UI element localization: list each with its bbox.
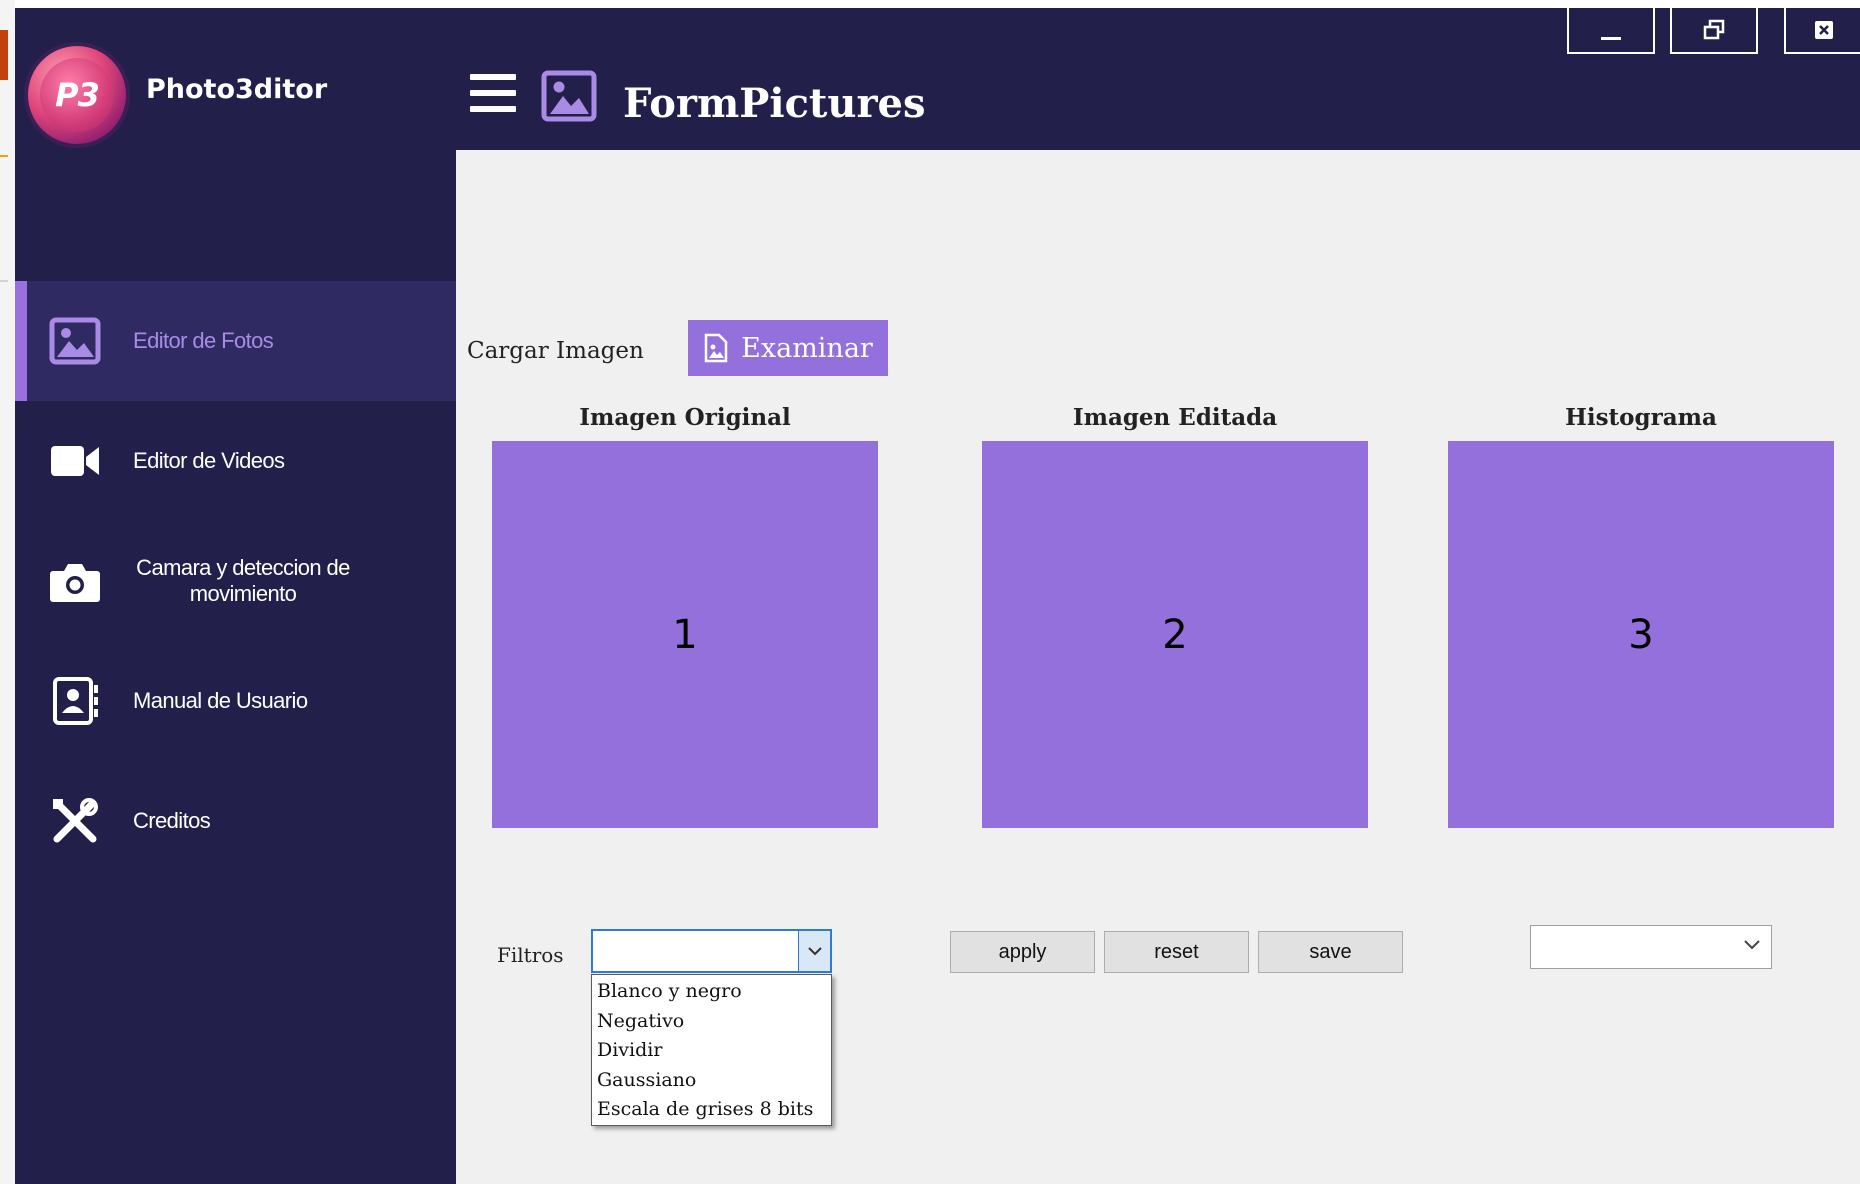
load-image-label: Cargar Imagen	[467, 338, 644, 364]
background-window-strip	[0, 0, 15, 1184]
sidebar-item-label: Creditos	[133, 808, 211, 833]
edited-image-panel: 2	[982, 441, 1368, 828]
panel-number: 1	[672, 611, 698, 658]
minimize-button[interactable]	[1567, 8, 1655, 54]
sidebar-item-editor-videos[interactable]: Editor de Videos	[15, 401, 456, 521]
contact-book-icon	[53, 677, 98, 725]
panel-number: 2	[1162, 611, 1188, 658]
camera-icon	[50, 564, 100, 602]
hamburger-menu-icon[interactable]	[470, 74, 516, 114]
app-logo-text: P3	[40, 58, 114, 132]
filter-option[interactable]: Gaussiano	[597, 1066, 831, 1096]
original-image-title: Imagen Original	[579, 404, 791, 431]
filters-dropdown-list: Blanco y negro Negativo Dividir Gaussian…	[591, 974, 832, 1126]
histogram-select[interactable]	[1530, 925, 1772, 969]
app-window: P3 Photo3ditor Editor de Fotos Editor de…	[15, 8, 1860, 1184]
original-image-panel: 1	[492, 441, 878, 828]
sidebar-item-label: Camara y deteccion de movimiento	[136, 555, 350, 606]
app-logo: P3	[28, 46, 126, 144]
browse-button-label: Examinar	[741, 332, 873, 364]
filter-option[interactable]: Negativo	[597, 1007, 831, 1037]
panel-number: 3	[1628, 611, 1654, 658]
save-button[interactable]: save	[1258, 931, 1403, 973]
video-camera-icon	[51, 446, 99, 476]
form-title: FormPictures	[623, 80, 926, 127]
filter-option[interactable]: Dividir	[597, 1036, 831, 1066]
sidebar-item-editor-fotos[interactable]: Editor de Fotos	[15, 281, 456, 401]
restore-button[interactable]	[1670, 8, 1758, 54]
filters-label: Filtros	[497, 943, 564, 967]
image-icon	[49, 317, 101, 365]
sidebar-item-creditos[interactable]: Creditos	[15, 761, 456, 881]
sidebar: P3 Photo3ditor Editor de Fotos Editor de…	[15, 8, 456, 1184]
histogram-title: Histograma	[1565, 404, 1717, 431]
header-bar: FormPictures	[456, 8, 1860, 150]
chevron-down-icon[interactable]	[798, 931, 830, 971]
minimize-icon	[1601, 37, 1621, 40]
reset-button[interactable]: reset	[1104, 931, 1249, 973]
histogram-panel: 3	[1448, 441, 1834, 828]
sidebar-item-manual[interactable]: Manual de Usuario	[15, 641, 456, 761]
restore-icon	[1703, 19, 1725, 40]
edited-image-title: Imagen Editada	[1072, 404, 1278, 431]
close-button[interactable]	[1784, 8, 1860, 54]
image-icon	[541, 70, 597, 122]
filter-option[interactable]: Escala de grises 8 bits	[597, 1095, 831, 1125]
sidebar-item-camara[interactable]: Camara y deteccion de movimiento	[15, 521, 456, 641]
sidebar-item-label: Manual de Usuario	[133, 688, 308, 713]
chevron-down-icon	[1744, 940, 1760, 950]
file-image-icon	[704, 333, 728, 363]
apply-button[interactable]: apply	[950, 931, 1095, 973]
filters-select[interactable]	[591, 929, 832, 973]
sidebar-item-label: Editor de Fotos	[133, 328, 274, 353]
filter-option[interactable]: Blanco y negro	[597, 977, 831, 1007]
tools-icon	[53, 798, 98, 843]
close-icon	[1815, 21, 1833, 39]
app-name: Photo3ditor	[146, 74, 328, 105]
sidebar-item-label: Editor de Videos	[133, 448, 285, 473]
browse-button[interactable]: Examinar	[688, 320, 888, 376]
